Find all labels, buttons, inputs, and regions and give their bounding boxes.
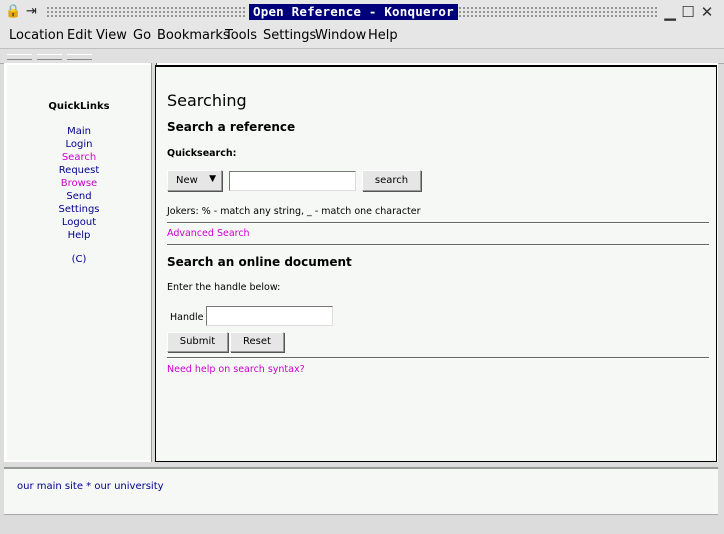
menu-window[interactable]: Window — [315, 28, 366, 44]
maximize-icon[interactable]: ☐ — [680, 4, 696, 20]
handle-input[interactable] — [206, 306, 333, 326]
menu-location[interactable]: Location — [9, 28, 64, 44]
status-bar — [4, 514, 718, 533]
quicklink-logout[interactable]: Logout — [7, 216, 151, 229]
menu-bar: Location Edit View Go Bookmarks Tools Se… — [0, 24, 724, 49]
quicklink-login[interactable]: Login — [7, 138, 151, 151]
dropdown-arrow-icon: ▼ — [209, 174, 216, 184]
search-reference-heading: Search a reference — [167, 120, 296, 134]
quicklink-main[interactable]: Main — [7, 125, 151, 138]
minimize-icon[interactable]: ▁ — [662, 4, 678, 20]
reset-button[interactable]: Reset — [230, 332, 284, 352]
menu-help[interactable]: Help — [368, 28, 398, 44]
quicklink-search[interactable]: Search — [7, 151, 151, 164]
titlebar-grip-right — [458, 6, 658, 18]
quicklink-send[interactable]: Send — [7, 190, 151, 203]
konqueror-app-icon[interactable]: 🔒 — [5, 4, 21, 20]
copyright-link[interactable]: (C) — [7, 253, 151, 266]
page-title: Searching — [167, 91, 247, 110]
quicklink-settings[interactable]: Settings — [7, 203, 151, 216]
online-document-heading: Search an online document — [167, 255, 352, 269]
bottom-frame: our main site * our university — [4, 467, 718, 515]
menu-edit[interactable]: Edit — [67, 28, 92, 44]
menu-go[interactable]: Go — [133, 28, 151, 44]
enter-handle-text: Enter the handle below: — [167, 282, 281, 293]
window-title: Open Reference - Konqueror — [249, 4, 458, 20]
menu-settings[interactable]: Settings — [263, 28, 316, 44]
browser-content: QuickLinks Main Login Search Request Bro… — [4, 63, 718, 462]
toolbar-handle-1[interactable] — [7, 54, 32, 60]
footer-links[interactable]: our main site * our university — [17, 481, 164, 492]
divider-1 — [167, 222, 709, 224]
menu-tools[interactable]: Tools — [225, 28, 257, 44]
toolbar-handle-2[interactable] — [37, 54, 62, 60]
menu-bookmarks[interactable]: Bookmarks — [157, 28, 230, 44]
quicksearch-label: Quicksearch: — [167, 148, 237, 159]
submit-button[interactable]: Submit — [167, 332, 228, 352]
quicklinks-frame: QuickLinks Main Login Search Request Bro… — [7, 65, 151, 460]
quicksearch-input[interactable] — [229, 171, 356, 191]
quicksearch-type-select[interactable]: New ▼ — [167, 170, 222, 191]
quicklink-request[interactable]: Request — [7, 164, 151, 177]
divider-3 — [167, 357, 709, 359]
title-bar: 🔒 ⇥ Open Reference - Konqueror ▁ ☐ ✕ — [0, 0, 724, 25]
quicklink-help[interactable]: Help — [7, 229, 151, 242]
divider-2 — [167, 244, 709, 246]
search-syntax-help-link[interactable]: Need help on search syntax? — [167, 364, 305, 375]
collapsed-toolbars — [0, 49, 724, 64]
toolbar-handle-3[interactable] — [67, 54, 92, 60]
jokers-help-text: Jokers: % - match any string, _ - match … — [167, 206, 421, 217]
quicklinks-title: QuickLinks — [48, 101, 110, 112]
main-frame: Searching Search a reference Quicksearch… — [155, 65, 717, 462]
close-icon[interactable]: ✕ — [699, 4, 715, 20]
handle-label: Handle — [170, 312, 204, 323]
quicklink-browse[interactable]: Browse — [7, 177, 151, 190]
select-value: New — [176, 175, 198, 186]
menu-view[interactable]: View — [96, 28, 127, 44]
search-button[interactable]: search — [362, 170, 421, 191]
pin-icon[interactable]: ⇥ — [26, 4, 37, 20]
advanced-search-link[interactable]: Advanced Search — [167, 228, 250, 239]
titlebar-grip-left — [46, 6, 246, 18]
